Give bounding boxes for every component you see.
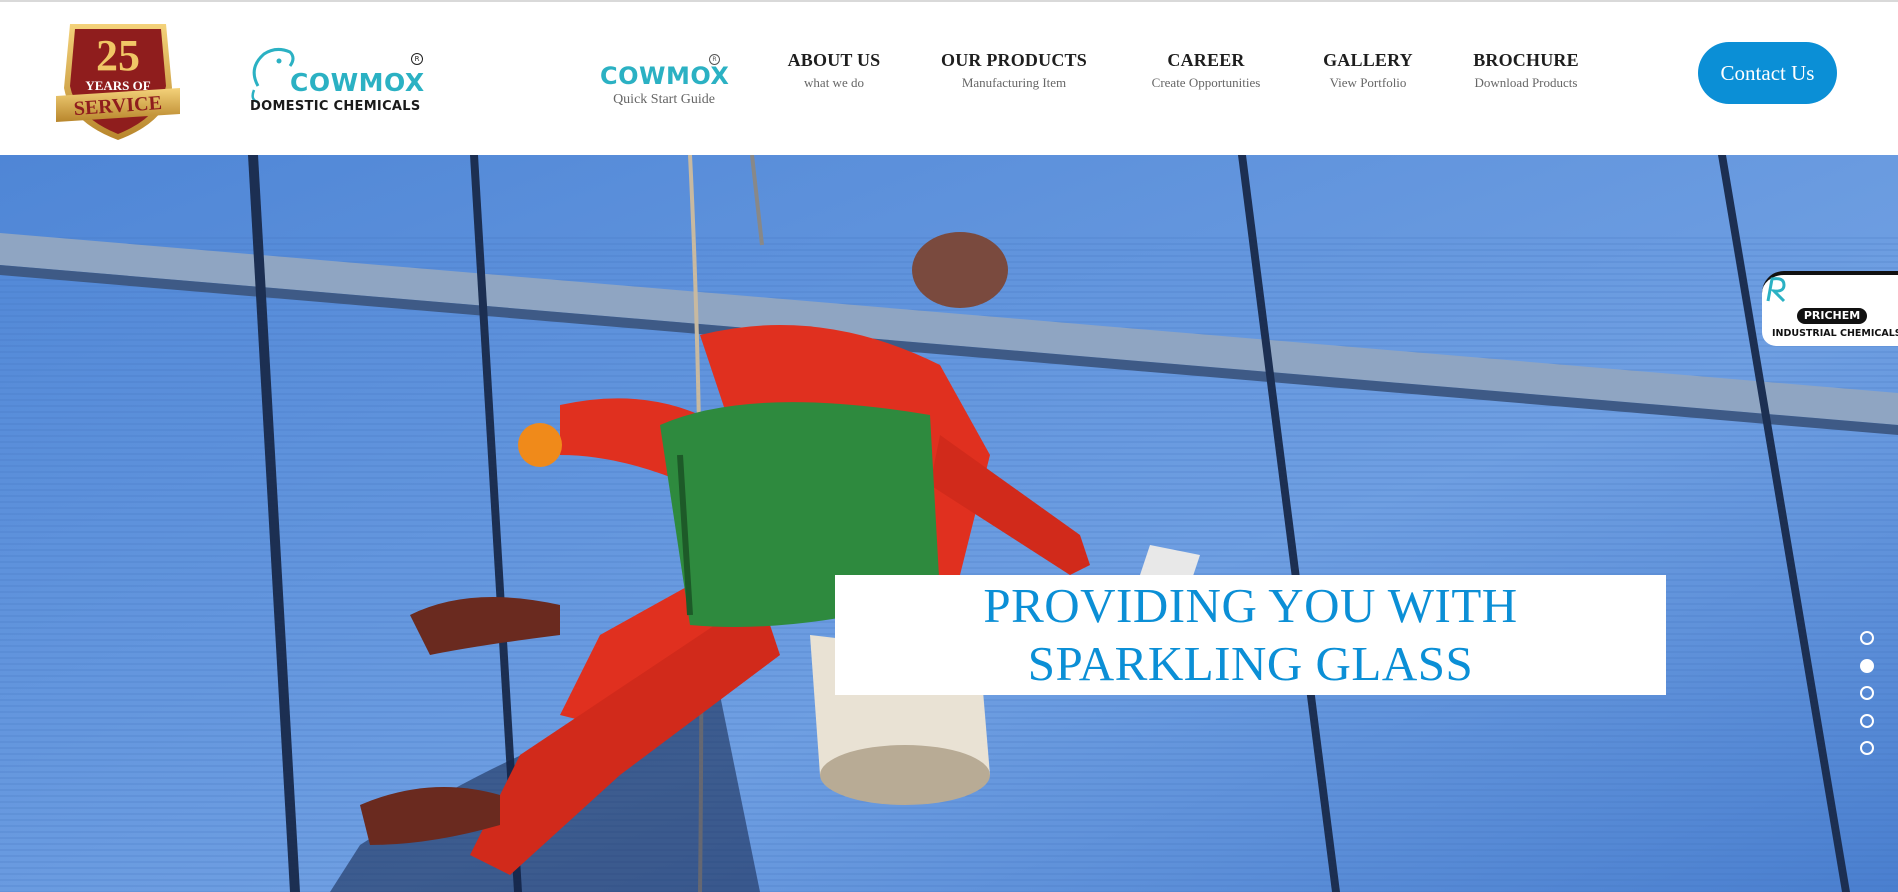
nav-title: BROCHURE <box>1473 50 1579 70</box>
slide-dot[interactable] <box>1860 686 1874 700</box>
hero-caption-line1: PROVIDING YOU WITH <box>983 578 1518 633</box>
nav-subtitle: View Portfolio <box>1329 75 1407 90</box>
nav-cowmox-subtitle: Quick Start Guide <box>613 92 715 107</box>
prichem-logo-icon <box>1766 277 1786 303</box>
prichem-name: PRICHEM <box>1797 308 1867 324</box>
prichem-side-tab[interactable]: PRICHEM INDUSTRIAL CHEMICALS <box>1762 271 1898 346</box>
registered-mark: R <box>411 53 423 65</box>
nav-item-gallery[interactable]: GALLERY View Portfolio <box>1318 50 1418 91</box>
slide-dot[interactable] <box>1860 713 1874 728</box>
hero-image <box>0 155 1898 892</box>
contact-us-button[interactable]: Contact Us <box>1698 42 1837 104</box>
nav-subtitle: Download Products <box>1474 75 1578 90</box>
slide-dot[interactable] <box>1860 741 1874 755</box>
nav-cowmox-title: COWMOX <box>600 62 730 90</box>
nav-title: GALLERY <box>1323 50 1413 70</box>
nav-title: OUR PRODUCTS <box>941 50 1087 70</box>
hero-caption-line2: SPARKLING GLASS <box>1027 636 1474 691</box>
nav-subtitle: what we do <box>804 75 864 90</box>
nav-item-cowmox[interactable]: COWMOX Quick Start Guide R <box>600 54 730 108</box>
hero-slider: PROVIDING YOU WITH SPARKLING GLASS PRICH… <box>0 155 1898 892</box>
nav-title: ABOUT US <box>787 50 881 70</box>
registered-mark: R <box>709 54 720 65</box>
nav-item-our-products[interactable]: OUR PRODUCTS Manufacturing Item <box>934 50 1094 91</box>
brand-subtitle: DOMESTIC CHEMICALS <box>250 99 421 114</box>
nav-subtitle: Manufacturing Item <box>961 75 1067 90</box>
prichem-subtitle: INDUSTRIAL CHEMICALS <box>1772 328 1898 339</box>
nav-item-career[interactable]: CAREER Create Opportunities <box>1136 50 1276 91</box>
nav-subtitle: Create Opportunities <box>1151 75 1261 90</box>
site-header: 25 YEARS OF SERVICE COWMOX DOMESTIC CHEM… <box>0 2 1898 155</box>
nav-title: CAREER <box>1167 50 1245 70</box>
hero-caption: PROVIDING YOU WITH SPARKLING GLASS <box>835 575 1666 695</box>
nav-item-brochure[interactable]: BROCHURE Download Products <box>1466 50 1586 91</box>
brand-name: COWMOX <box>290 68 425 97</box>
slide-dot[interactable] <box>1860 631 1874 645</box>
badge-years: 25 <box>96 31 140 80</box>
anniversary-shield-badge: 25 YEARS OF SERVICE <box>56 24 180 140</box>
slide-dot[interactable] <box>1860 658 1874 673</box>
nav-item-about-us[interactable]: ABOUT US what we do <box>784 50 884 91</box>
slider-pagination <box>1860 631 1876 769</box>
